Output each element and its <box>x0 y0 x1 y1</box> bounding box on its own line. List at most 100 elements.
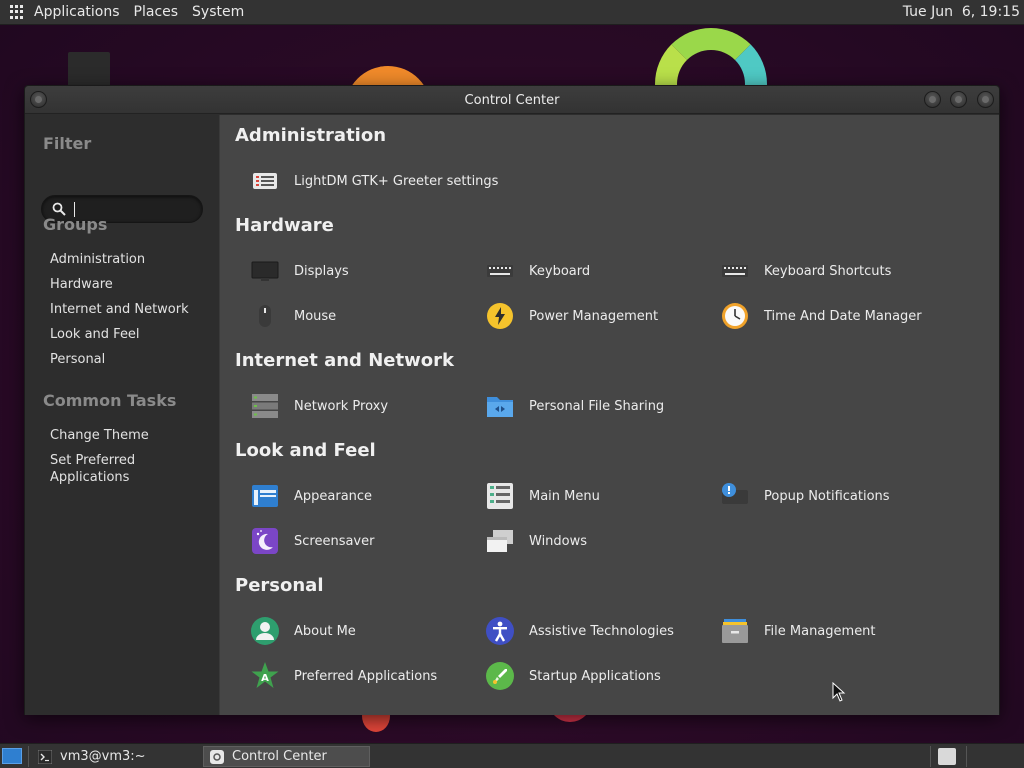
item-startup-applications[interactable]: Startup Applications <box>485 659 661 693</box>
item-assistive-technologies[interactable]: Assistive Technologies <box>485 614 674 648</box>
sidebar: Filter Groups Administration Hardware In… <box>25 115 219 715</box>
item-label: Mouse <box>294 308 337 324</box>
display-icon <box>251 261 279 281</box>
item-about-me[interactable]: About Me <box>250 614 356 648</box>
item-label: Keyboard Shortcuts <box>764 263 892 279</box>
item-personal-file-sharing[interactable]: Personal File Sharing <box>485 389 664 423</box>
screensaver-icon <box>252 528 278 554</box>
item-power-management[interactable]: Power Management <box>485 299 658 333</box>
clock-icon <box>722 303 748 329</box>
item-displays[interactable]: Displays <box>250 254 349 288</box>
item-popup-notifications[interactable]: Popup Notifications <box>720 479 890 513</box>
item-label: LightDM GTK+ Greeter settings <box>294 173 499 189</box>
item-keyboard-shortcuts[interactable]: Keyboard Shortcuts <box>720 254 891 288</box>
item-file-management[interactable]: File Management <box>720 614 876 648</box>
item-label: Keyboard <box>529 263 591 279</box>
top-panel: Applications Places System Tue Jun 6, 19… <box>0 0 1024 25</box>
show-desktop-icon[interactable] <box>2 748 22 764</box>
file-management-icon <box>722 619 748 643</box>
panel-separator <box>28 746 29 767</box>
notification-icon <box>722 483 748 504</box>
filter-heading: Filter <box>43 134 92 153</box>
window-title: Control Center <box>464 93 560 108</box>
power-icon <box>487 303 513 329</box>
item-screensaver[interactable]: Screensaver <box>250 524 374 558</box>
keyboard-shortcuts-icon <box>722 265 748 277</box>
groups-heading: Groups <box>43 215 108 234</box>
group-title-look-feel: Look and Feel <box>235 440 376 461</box>
taskbar-item-label: Control Center <box>232 749 327 764</box>
item-preferred-applications[interactable]: A Preferred Applications <box>250 659 437 693</box>
control-center-icon <box>210 749 224 764</box>
common-tasks-heading: Common Tasks <box>43 391 177 410</box>
group-title-hardware: Hardware <box>235 215 334 236</box>
mouse-cursor-icon <box>832 682 846 702</box>
svg-text:A: A <box>261 673 269 684</box>
item-time-date-manager[interactable]: Time And Date Manager <box>720 299 922 333</box>
item-label: Power Management <box>529 308 659 324</box>
greeter-settings-icon <box>253 173 277 189</box>
item-label: Windows <box>529 533 588 549</box>
file-sharing-icon <box>487 397 513 417</box>
item-main-menu[interactable]: Main Menu <box>485 479 600 513</box>
main-menu-icon <box>487 483 513 509</box>
panel-separator <box>930 746 931 767</box>
tray-workspace-icon[interactable] <box>938 748 956 765</box>
sidebar-group-look-feel[interactable]: Look and Feel <box>50 326 210 343</box>
item-label: Appearance <box>294 488 373 504</box>
panel-separator <box>966 746 967 767</box>
sidebar-group-personal[interactable]: Personal <box>50 351 210 368</box>
menu-system[interactable]: System <box>192 4 244 20</box>
item-label: Displays <box>294 263 349 279</box>
sidebar-group-administration[interactable]: Administration <box>50 251 210 268</box>
item-label: Personal File Sharing <box>529 398 665 414</box>
item-label: Preferred Applications <box>294 668 438 684</box>
item-label: File Management <box>764 623 876 639</box>
maximize-button[interactable] <box>950 91 967 108</box>
item-label: Network Proxy <box>294 398 389 414</box>
item-mouse[interactable]: Mouse <box>250 299 336 333</box>
window-titlebar[interactable]: Control Center <box>25 86 999 114</box>
item-label: Time And Date Manager <box>764 308 922 324</box>
panel-clock[interactable]: Tue Jun 6, 19:15 <box>903 4 1020 20</box>
bottom-panel: vm3@vm3:~ Control Center <box>0 743 1024 768</box>
item-label: Popup Notifications <box>764 488 890 504</box>
main-content: Administration LightDM GTK+ Greeter sett… <box>219 115 999 715</box>
network-proxy-icon <box>252 394 278 418</box>
mouse-icon <box>259 305 271 327</box>
accessibility-icon <box>486 617 514 645</box>
search-icon <box>52 202 66 216</box>
windows-icon <box>487 530 513 552</box>
sidebar-group-hardware[interactable]: Hardware <box>50 276 210 293</box>
item-label: Startup Applications <box>529 668 661 684</box>
task-set-preferred-applications[interactable]: Set Preferred Applications <box>50 452 160 486</box>
group-title-personal: Personal <box>235 575 324 596</box>
item-network-proxy[interactable]: Network Proxy <box>250 389 388 423</box>
terminal-icon <box>38 749 52 764</box>
task-change-theme[interactable]: Change Theme <box>50 427 210 444</box>
taskbar-item-control-center[interactable]: Control Center <box>203 746 370 767</box>
group-title-internet-network: Internet and Network <box>235 350 454 371</box>
startup-apps-icon <box>486 662 514 690</box>
sidebar-group-internet-network[interactable]: Internet and Network <box>50 301 210 318</box>
group-title-administration: Administration <box>235 125 387 146</box>
applications-grid-icon[interactable] <box>10 5 24 19</box>
item-windows[interactable]: Windows <box>485 524 587 558</box>
control-center-window: Control Center Filter Groups Administrat… <box>24 85 1000 715</box>
item-label: Screensaver <box>294 533 375 549</box>
menu-applications[interactable]: Applications <box>34 4 120 20</box>
item-label: About Me <box>294 623 356 639</box>
taskbar-item-terminal[interactable]: vm3@vm3:~ <box>32 746 198 767</box>
item-lightdm-greeter[interactable]: LightDM GTK+ Greeter settings <box>250 164 498 198</box>
item-appearance[interactable]: Appearance <box>250 479 372 513</box>
close-button[interactable] <box>977 91 994 108</box>
menu-places[interactable]: Places <box>134 4 179 20</box>
taskbar-item-label: vm3@vm3:~ <box>60 749 146 764</box>
item-label: Main Menu <box>529 488 600 504</box>
appearance-icon <box>252 485 278 507</box>
minimize-button[interactable] <box>924 91 941 108</box>
item-label: Assistive Technologies <box>529 623 674 639</box>
keyboard-icon <box>487 265 513 277</box>
about-me-icon <box>251 617 279 645</box>
item-keyboard[interactable]: Keyboard <box>485 254 590 288</box>
